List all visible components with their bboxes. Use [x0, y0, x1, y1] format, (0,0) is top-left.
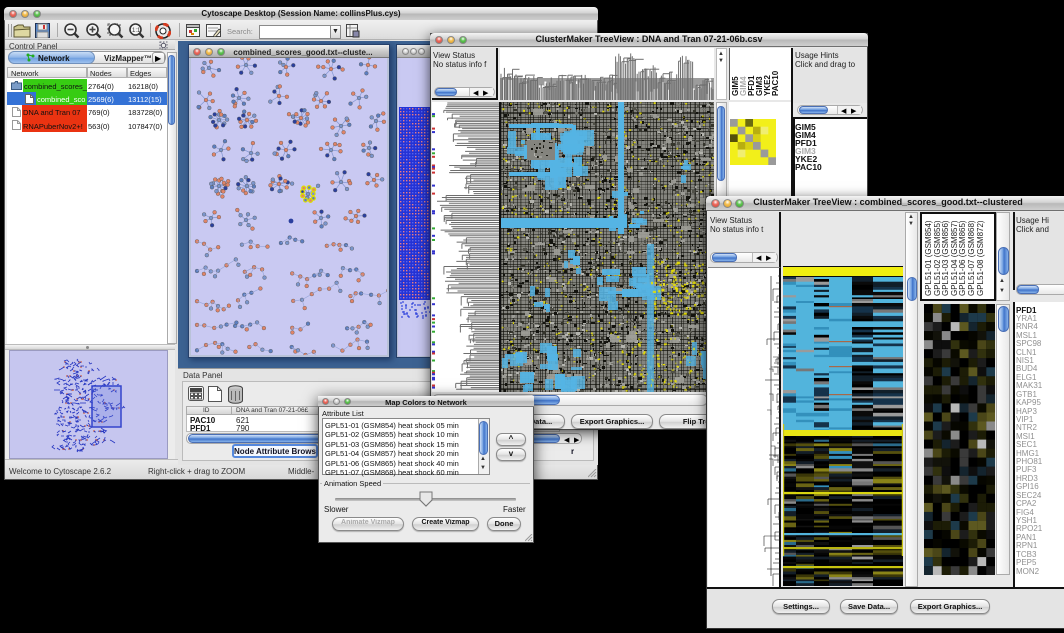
svg-text:1:1: 1:1 [132, 28, 141, 34]
